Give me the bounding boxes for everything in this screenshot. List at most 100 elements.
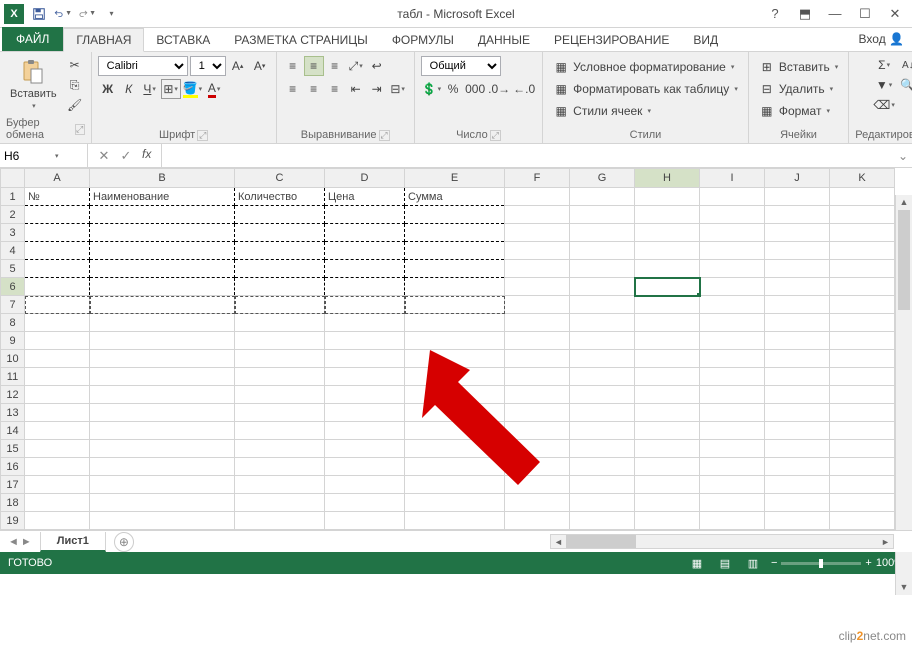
- bold-button[interactable]: Ж: [98, 79, 118, 99]
- column-header[interactable]: B: [90, 169, 235, 188]
- cell[interactable]: [405, 260, 505, 278]
- cell[interactable]: [405, 476, 505, 494]
- cell-styles-button[interactable]: ▦Стили ячеек▾: [549, 100, 655, 122]
- cell[interactable]: [700, 260, 765, 278]
- cell[interactable]: [505, 386, 570, 404]
- cell[interactable]: [405, 440, 505, 458]
- scroll-right-icon[interactable]: ►: [878, 537, 893, 547]
- cell[interactable]: [700, 458, 765, 476]
- cell[interactable]: [25, 440, 90, 458]
- cell[interactable]: [90, 224, 235, 242]
- hscroll-thumb[interactable]: [566, 535, 636, 548]
- number-dialog-launcher[interactable]: ⤢: [490, 130, 501, 141]
- cell[interactable]: [25, 404, 90, 422]
- save-icon[interactable]: [30, 5, 48, 23]
- row-header[interactable]: 17: [1, 476, 25, 494]
- cell[interactable]: [25, 386, 90, 404]
- cell[interactable]: [325, 494, 405, 512]
- cell[interactable]: Наименование: [90, 188, 235, 206]
- cell[interactable]: [25, 242, 90, 260]
- cell[interactable]: [700, 314, 765, 332]
- cell[interactable]: [570, 422, 635, 440]
- name-box[interactable]: ▾: [0, 144, 88, 167]
- cell[interactable]: [570, 188, 635, 206]
- cell[interactable]: [635, 386, 700, 404]
- cell[interactable]: [505, 224, 570, 242]
- font-color-button[interactable]: A▾: [204, 79, 224, 99]
- row-header[interactable]: 16: [1, 458, 25, 476]
- cell[interactable]: [570, 494, 635, 512]
- expand-formula-bar-icon[interactable]: ⌄: [894, 149, 912, 163]
- cell[interactable]: [235, 224, 325, 242]
- cell[interactable]: [570, 404, 635, 422]
- cell[interactable]: [505, 476, 570, 494]
- cell[interactable]: [235, 296, 325, 314]
- font-size-select[interactable]: 11: [190, 56, 226, 76]
- cell[interactable]: [505, 278, 570, 296]
- align-bottom-icon[interactable]: ≡: [325, 56, 345, 76]
- cell[interactable]: [635, 296, 700, 314]
- cell[interactable]: [90, 278, 235, 296]
- sort-filter-icon[interactable]: A↓▾: [900, 56, 912, 74]
- undo-icon[interactable]: ▼: [54, 5, 72, 23]
- cell[interactable]: [505, 368, 570, 386]
- cell[interactable]: [235, 512, 325, 530]
- cell[interactable]: [635, 494, 700, 512]
- page-layout-view-icon[interactable]: ▤: [715, 555, 735, 571]
- cell[interactable]: [505, 350, 570, 368]
- cell[interactable]: [90, 458, 235, 476]
- cell[interactable]: [325, 368, 405, 386]
- row-header[interactable]: 5: [1, 260, 25, 278]
- cell[interactable]: [90, 242, 235, 260]
- cell[interactable]: [830, 386, 895, 404]
- cell[interactable]: [765, 278, 830, 296]
- normal-view-icon[interactable]: ▦: [687, 555, 707, 571]
- cancel-formula-icon[interactable]: ✕: [94, 147, 114, 165]
- row-header[interactable]: 8: [1, 314, 25, 332]
- find-select-icon[interactable]: 🔍▾: [900, 76, 912, 94]
- row-header[interactable]: 19: [1, 512, 25, 530]
- row-header[interactable]: 11: [1, 368, 25, 386]
- cell[interactable]: [90, 206, 235, 224]
- tab-formulas[interactable]: ФОРМУЛЫ: [380, 29, 466, 51]
- row-header[interactable]: 1: [1, 188, 25, 206]
- cell[interactable]: [25, 224, 90, 242]
- cell[interactable]: [325, 458, 405, 476]
- row-header[interactable]: 9: [1, 332, 25, 350]
- font-family-select[interactable]: Calibri: [98, 56, 188, 76]
- cell[interactable]: [25, 260, 90, 278]
- cell[interactable]: [505, 296, 570, 314]
- cell[interactable]: [235, 314, 325, 332]
- cell[interactable]: [235, 494, 325, 512]
- cell[interactable]: [235, 422, 325, 440]
- clear-icon[interactable]: ⌫▾: [874, 96, 894, 114]
- cell[interactable]: [25, 476, 90, 494]
- cell[interactable]: [635, 440, 700, 458]
- scroll-up-icon[interactable]: ▲: [896, 195, 912, 210]
- cell[interactable]: [25, 296, 90, 314]
- cell[interactable]: [570, 386, 635, 404]
- cell[interactable]: [635, 278, 700, 296]
- column-header[interactable]: C: [235, 169, 325, 188]
- cut-icon[interactable]: ✂: [65, 56, 85, 74]
- cell[interactable]: [505, 188, 570, 206]
- cell[interactable]: [765, 260, 830, 278]
- align-middle-icon[interactable]: ≡: [304, 56, 324, 76]
- tab-file[interactable]: ФАЙЛ: [2, 27, 63, 51]
- clipboard-dialog-launcher[interactable]: ⤢: [75, 124, 85, 135]
- tab-page-layout[interactable]: РАЗМЕТКА СТРАНИЦЫ: [222, 29, 380, 51]
- cell[interactable]: [830, 494, 895, 512]
- cell[interactable]: [765, 458, 830, 476]
- cell[interactable]: [830, 458, 895, 476]
- cell[interactable]: [635, 368, 700, 386]
- cell[interactable]: [90, 332, 235, 350]
- next-sheet-icon[interactable]: ►: [21, 536, 32, 548]
- cell[interactable]: [405, 242, 505, 260]
- align-right-icon[interactable]: ≡: [325, 79, 345, 99]
- accounting-format-icon[interactable]: 💲▾: [421, 79, 442, 99]
- cell[interactable]: [235, 368, 325, 386]
- cell[interactable]: [830, 332, 895, 350]
- cell[interactable]: [830, 278, 895, 296]
- cell[interactable]: [235, 278, 325, 296]
- cell[interactable]: [325, 260, 405, 278]
